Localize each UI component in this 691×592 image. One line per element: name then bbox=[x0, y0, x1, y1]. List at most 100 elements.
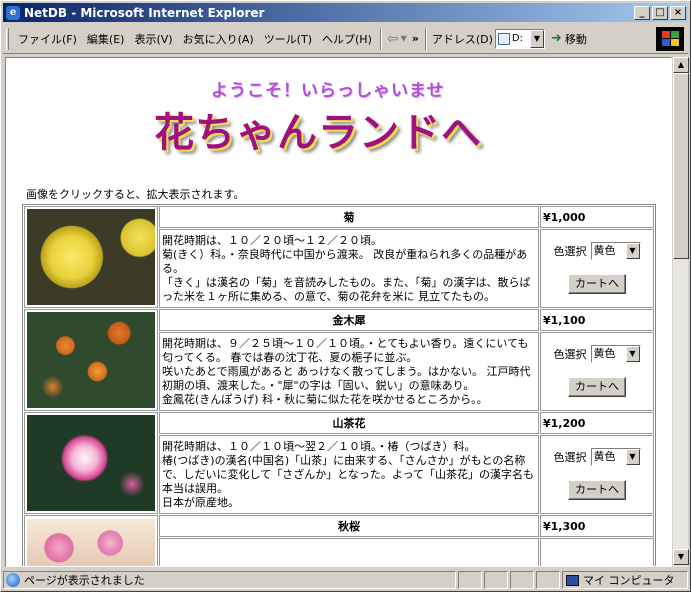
product-price: ¥1,000 bbox=[540, 206, 654, 228]
product-image-cell[interactable] bbox=[24, 515, 158, 566]
status-zone-text: マイ コンピュータ bbox=[583, 574, 675, 587]
close-button[interactable]: × bbox=[670, 5, 686, 20]
color-select-value: 黄色 bbox=[593, 449, 616, 463]
menu-favorites[interactable]: お気に入り(A) bbox=[178, 31, 259, 47]
product-options: 色選択 黄色 ▼ カートへ bbox=[540, 229, 654, 308]
go-arrow-icon: ➜ bbox=[550, 31, 562, 46]
product-photo[interactable] bbox=[27, 518, 155, 566]
hint-text: 画像をクリックすると、拡大表示されます。 bbox=[26, 188, 245, 201]
product-price: ¥1,100 bbox=[540, 309, 654, 331]
address-input[interactable]: D: ▼ bbox=[494, 28, 545, 49]
description-line: 菊(きく）科。・奈良時代に中国から渡来。 改良が重ねられ多くの品種がある。 bbox=[162, 247, 528, 275]
product-price: ¥1,300 bbox=[540, 515, 654, 537]
product-image-cell[interactable] bbox=[24, 412, 158, 514]
toolbar-grip[interactable] bbox=[6, 27, 9, 50]
page-viewport[interactable]: ようこそ！いらっしゃいませ 花ちゃんランドへ 画像をクリックすると、拡大表示され… bbox=[5, 57, 672, 567]
chevron-down-icon[interactable]: ▼ bbox=[625, 345, 640, 362]
product-photo[interactable] bbox=[27, 415, 155, 511]
product-photo[interactable] bbox=[27, 209, 155, 305]
product-price: ¥1,200 bbox=[540, 412, 654, 434]
product-options: 色選択 黄色 ▼ カートへ bbox=[540, 332, 654, 411]
status-cell bbox=[510, 571, 534, 589]
color-select-row: 色選択 黄色 ▼ bbox=[543, 241, 651, 260]
product-name: 菊 bbox=[159, 206, 539, 228]
menu-view[interactable]: 表示(V) bbox=[129, 31, 177, 47]
status-main: ページが表示されました bbox=[3, 571, 456, 589]
product-description: 開花時期は、１０／１０頃〜翌２／１０頃。・椿（つばき）科。 椿(つばき)の漢名(… bbox=[159, 435, 539, 514]
color-select-label: 色選択 bbox=[553, 244, 587, 258]
color-select-value: 黄色 bbox=[593, 346, 616, 360]
product-table: 菊 ¥1,000 開花時期は、１０／２０頃〜１２／２０頃。 菊(きく）科。・奈良… bbox=[22, 204, 656, 566]
status-cell bbox=[536, 571, 560, 589]
table-row: 菊 ¥1,000 bbox=[24, 206, 654, 308]
description-line: 金鳳花(きんぽうげ) 科・秋に菊に似た花を咲かせるところから。。 bbox=[162, 392, 488, 406]
welcome-text: ようこそ！いらっしゃいませ bbox=[211, 81, 445, 101]
ie-page-icon bbox=[6, 573, 20, 587]
product-description bbox=[159, 538, 539, 566]
address-label: アドレス(D) bbox=[431, 32, 493, 46]
address-value: D: bbox=[511, 33, 523, 44]
menu-tools[interactable]: ツール(T) bbox=[259, 31, 317, 47]
description-line: 開花時期は、１０／１０頃〜翌２／１０頃。・椿（つばき）科。 bbox=[162, 439, 476, 453]
back-arrow-icon: ⇦ bbox=[386, 30, 399, 47]
add-to-cart-button[interactable]: カートへ bbox=[568, 479, 626, 500]
product-options bbox=[540, 538, 654, 566]
description-line: 「きく」は漢名の「菊」を音読みしたもの。また、「菊」の漢字は、散らばった米を１ヶ… bbox=[162, 275, 531, 303]
add-to-cart-button[interactable]: カートへ bbox=[568, 273, 626, 294]
product-photo[interactable] bbox=[27, 312, 155, 408]
color-select[interactable]: 黄色 ▼ bbox=[590, 344, 641, 363]
page-icon bbox=[497, 32, 510, 45]
color-select-row: 色選択 黄色 ▼ bbox=[543, 447, 651, 466]
description-line: 日本が原産地。 bbox=[162, 495, 239, 509]
go-button[interactable]: ➜ 移動 bbox=[551, 31, 587, 47]
go-label: 移動 bbox=[564, 32, 587, 46]
table-row: 山茶花 ¥1,200 bbox=[24, 412, 654, 514]
maximize-button[interactable]: □ bbox=[652, 5, 668, 20]
description-line: 開花時期は、９／２５頃〜１０／１０頃。・とてもよい香り。遠くにいても匂ってくる。… bbox=[162, 336, 529, 364]
address-dropdown-icon[interactable]: ▼ bbox=[529, 29, 544, 48]
product-image-cell[interactable] bbox=[24, 206, 158, 308]
product-name: 秋桜 bbox=[159, 515, 539, 537]
back-button[interactable]: ⇦ ▼ bbox=[385, 31, 409, 47]
description-line: 咲いたあとで雨風があると あっけなく散ってしまう。はかない。 江戸時代初期の頃、… bbox=[162, 364, 531, 392]
product-image-cell[interactable] bbox=[24, 309, 158, 411]
product-description: 開花時期は、１０／２０頃〜１２／２０頃。 菊(きく）科。・奈良時代に中国から渡来… bbox=[159, 229, 539, 308]
title-bar[interactable]: e NetDB - Microsoft Internet Explorer _ … bbox=[3, 3, 688, 22]
status-cell bbox=[458, 571, 482, 589]
color-select[interactable]: 黄色 ▼ bbox=[590, 241, 641, 260]
description-line: 開花時期は、１０／２０頃〜１２／２０頃。 bbox=[162, 233, 382, 247]
chevron-down-icon: ▼ bbox=[400, 34, 407, 43]
chevron-down-icon[interactable]: ▼ bbox=[625, 448, 640, 465]
toolbar-separator bbox=[379, 27, 382, 50]
menu-help[interactable]: ヘルプ(H) bbox=[317, 31, 377, 47]
color-select[interactable]: 黄色 ▼ bbox=[590, 447, 641, 466]
status-bar: ページが表示されました マイ コンピュータ bbox=[3, 570, 688, 590]
menu-file[interactable]: ファイル(F) bbox=[13, 31, 82, 47]
color-select-label: 色選択 bbox=[553, 347, 587, 361]
product-options: 色選択 黄色 ▼ カートへ bbox=[540, 435, 654, 514]
minimize-button[interactable]: _ bbox=[634, 5, 650, 20]
browser-window: e NetDB - Microsoft Internet Explorer _ … bbox=[0, 0, 691, 592]
banner-title: 花ちゃんランドへ bbox=[154, 110, 482, 156]
menu-edit[interactable]: 編集(E) bbox=[82, 31, 130, 47]
windows-logo-icon bbox=[656, 27, 684, 51]
table-row: 金木犀 ¥1,100 bbox=[24, 309, 654, 411]
scroll-down-button[interactable]: ▼ bbox=[673, 549, 689, 565]
status-text: ページが表示されました bbox=[24, 574, 145, 587]
chevron-down-icon[interactable]: ▼ bbox=[625, 242, 640, 259]
color-select-row: 色選択 黄色 ▼ bbox=[543, 344, 651, 363]
color-select-label: 色選択 bbox=[553, 450, 587, 464]
table-row: 秋桜 ¥1,300 bbox=[24, 515, 654, 566]
toolbar-overflow-icon[interactable]: » bbox=[409, 32, 422, 45]
my-computer-icon bbox=[566, 574, 579, 586]
scroll-thumb[interactable] bbox=[673, 73, 689, 259]
scroll-up-button[interactable]: ▲ bbox=[673, 57, 689, 73]
menu-bar: ファイル(F) 編集(E) 表示(V) お気に入り(A) ツール(T) ヘルプ(… bbox=[13, 31, 377, 47]
add-to-cart-button[interactable]: カートへ bbox=[568, 376, 626, 397]
vertical-scrollbar[interactable]: ▲ ▼ bbox=[672, 57, 689, 567]
ie-icon: e bbox=[6, 5, 20, 20]
toolbar: ファイル(F) 編集(E) 表示(V) お気に入り(A) ツール(T) ヘルプ(… bbox=[3, 24, 688, 54]
product-name: 山茶花 bbox=[159, 412, 539, 434]
status-cell bbox=[484, 571, 508, 589]
product-name: 金木犀 bbox=[159, 309, 539, 331]
